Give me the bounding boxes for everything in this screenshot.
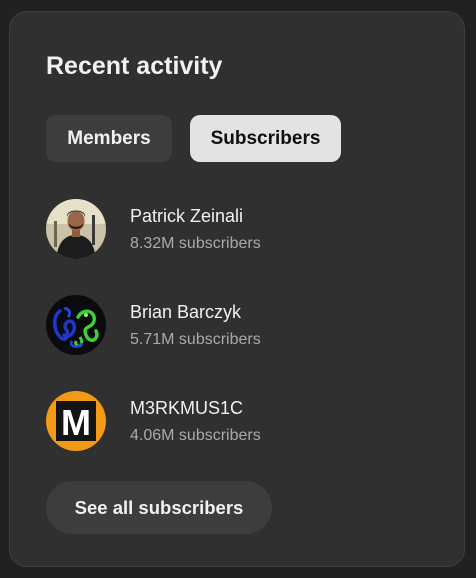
avatar-brian-barczyk[interactable] (46, 295, 106, 355)
avatar-m3rkmus1c[interactable]: M (46, 391, 106, 451)
subscriber-item[interactable]: Brian Barczyk 5.71M subscribers (46, 295, 446, 357)
tab-subscribers[interactable]: Subscribers (190, 115, 341, 162)
card-title: Recent activity (46, 52, 223, 80)
person-photo-icon (46, 199, 106, 259)
subscriber-count: 4.06M subscribers (130, 427, 261, 444)
recent-activity-card: Recent activity Members Subscribers Patr… (9, 11, 465, 567)
tab-members[interactable]: Members (46, 115, 172, 162)
m-logo-icon: M (46, 391, 106, 451)
subscriber-count: 5.71M subscribers (130, 331, 261, 348)
see-all-subscribers-button[interactable]: See all subscribers (46, 481, 272, 534)
subscriber-count: 8.32M subscribers (130, 235, 261, 252)
subscriber-item[interactable]: M M3RKMUS1C 4.06M subscribers (46, 391, 446, 453)
neon-logo-icon (46, 295, 106, 355)
subscriber-item[interactable]: Patrick Zeinali 8.32M subscribers (46, 199, 446, 261)
subscriber-name[interactable]: Brian Barczyk (130, 301, 241, 323)
subscriber-name[interactable]: Patrick Zeinali (130, 205, 243, 227)
m-logo-letter: M (61, 402, 91, 443)
subscriber-name[interactable]: M3RKMUS1C (130, 397, 243, 419)
avatar-patrick-zeinali[interactable] (46, 199, 106, 259)
